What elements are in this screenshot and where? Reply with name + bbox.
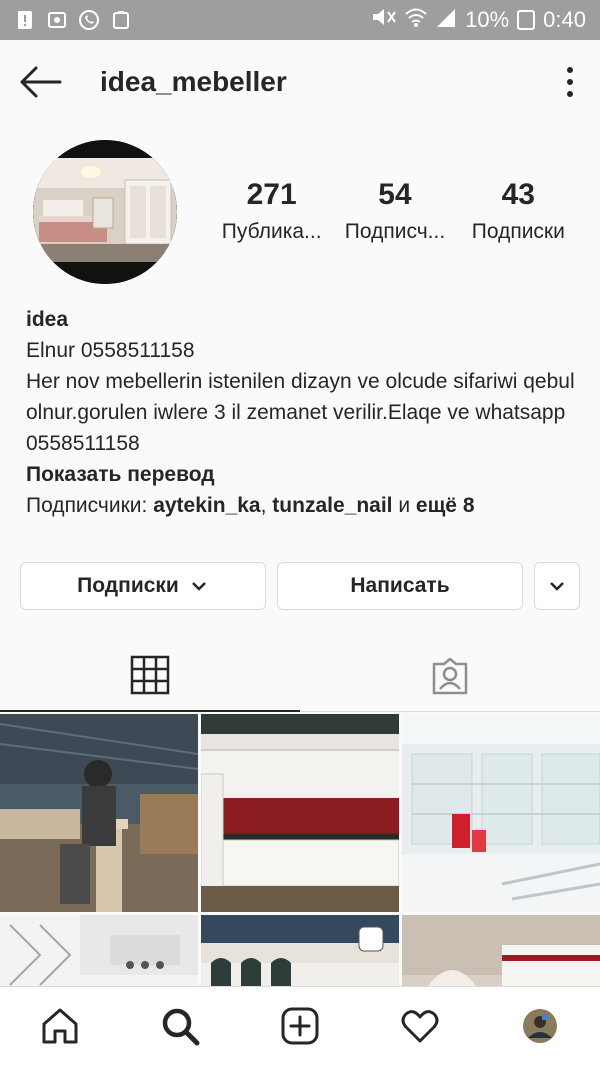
add-post-icon bbox=[281, 1007, 319, 1045]
followed-by-and: и bbox=[392, 494, 416, 517]
profile-stats: 271 Публика... 54 Подписч... 43 Подписки bbox=[210, 178, 580, 244]
hall-photo bbox=[201, 915, 399, 986]
chevron-down-icon bbox=[191, 582, 206, 591]
suggested-accounts-button[interactable] bbox=[534, 562, 580, 610]
heart-icon bbox=[401, 1010, 439, 1043]
message-button-label: Написать bbox=[350, 574, 450, 597]
profile-header: idea_mebeller bbox=[0, 40, 600, 124]
followed-by-separator: , bbox=[260, 494, 273, 517]
following-count-value: 43 bbox=[501, 178, 535, 211]
following-count[interactable]: 43 Подписки bbox=[457, 178, 580, 244]
gallery-icon bbox=[46, 9, 68, 31]
wifi-icon bbox=[405, 7, 427, 33]
bedroom-photo bbox=[33, 140, 177, 284]
arrow-left-icon bbox=[20, 66, 62, 98]
clock: 0:40 bbox=[543, 7, 586, 32]
tab-grid[interactable] bbox=[0, 640, 300, 712]
status-bar: 10% 0:40 bbox=[0, 0, 600, 40]
profile-bio: idea Elnur 0558511158 Her nov mebellerin… bbox=[26, 304, 586, 521]
profile-avatar[interactable] bbox=[33, 140, 177, 284]
battery-icon bbox=[517, 10, 536, 30]
followed-by-more[interactable]: ещё 8 bbox=[416, 494, 475, 517]
followers-count-label: Подписч... bbox=[344, 220, 446, 243]
notification-icons bbox=[14, 9, 132, 31]
following-count-label: Подписки bbox=[471, 220, 565, 243]
profile-name: idea bbox=[26, 308, 69, 331]
bio-text: Her nov mebellerin istenilen dizayn ve o… bbox=[26, 370, 575, 455]
posts-count-value: 271 bbox=[246, 178, 297, 211]
chevron-down-icon bbox=[550, 582, 564, 591]
bottom-nav bbox=[0, 986, 600, 1065]
followers-count[interactable]: 54 Подписч... bbox=[333, 178, 456, 244]
profile-tabs bbox=[0, 640, 600, 712]
home-icon bbox=[42, 1008, 78, 1044]
search-icon bbox=[162, 1008, 200, 1046]
alert-icon bbox=[14, 9, 36, 31]
nav-profile[interactable] bbox=[510, 996, 570, 1056]
message-button[interactable]: Написать bbox=[277, 562, 523, 610]
post-white-shelves[interactable] bbox=[402, 714, 600, 912]
signal-icon bbox=[435, 7, 457, 33]
posts-count[interactable]: 271 Публика... bbox=[210, 178, 333, 244]
posts-grid bbox=[0, 714, 600, 986]
arched-room-photo bbox=[402, 915, 600, 986]
battery-percent: 10% bbox=[465, 7, 510, 32]
profile-avatar-icon bbox=[523, 1009, 557, 1043]
nav-activity[interactable] bbox=[390, 996, 450, 1056]
mute-icon bbox=[371, 7, 397, 33]
more-options-button[interactable] bbox=[558, 64, 582, 100]
followed-by-prefix: Подписчики: bbox=[26, 494, 154, 517]
recycle-icon bbox=[110, 9, 132, 31]
post-wardrobe-mirror[interactable] bbox=[0, 915, 198, 986]
following-button-label: Подписки bbox=[77, 574, 179, 597]
shelves-photo bbox=[402, 714, 600, 912]
wardrobe-photo bbox=[0, 915, 198, 986]
bio-contact: Elnur 0558511158 bbox=[26, 339, 195, 362]
post-ceiling-hall[interactable] bbox=[201, 915, 399, 986]
following-button[interactable]: Подписки bbox=[20, 562, 266, 610]
nav-home[interactable] bbox=[30, 996, 90, 1056]
tagged-person-icon bbox=[432, 657, 468, 695]
kitchen-red-photo bbox=[201, 714, 399, 912]
follower-tunzale[interactable]: tunzale_nail bbox=[272, 494, 392, 517]
workshop-photo bbox=[0, 714, 198, 912]
vertical-dots-icon bbox=[567, 67, 573, 97]
posts-count-label: Публика... bbox=[221, 220, 322, 243]
follower-aytekin[interactable]: aytekin_ka bbox=[153, 494, 260, 517]
followed-by[interactable]: Подписчики: aytekin_ka, tunzale_nail и е… bbox=[26, 490, 586, 521]
nav-add-post[interactable] bbox=[270, 996, 330, 1056]
whatsapp-icon bbox=[78, 9, 100, 31]
profile-username-title: idea_mebeller bbox=[100, 66, 287, 97]
back-button[interactable] bbox=[18, 64, 62, 100]
followers-count-value: 54 bbox=[378, 178, 412, 211]
post-arched-wardrobe[interactable] bbox=[402, 915, 600, 986]
nav-search[interactable] bbox=[150, 996, 210, 1056]
tab-tagged[interactable] bbox=[300, 640, 600, 712]
post-kitchen-red[interactable] bbox=[201, 714, 399, 912]
show-translation-link[interactable]: Показать перевод bbox=[26, 459, 586, 490]
status-indicators: 10% 0:40 bbox=[371, 7, 586, 33]
post-workshop[interactable] bbox=[0, 714, 198, 912]
grid-icon bbox=[130, 655, 170, 695]
